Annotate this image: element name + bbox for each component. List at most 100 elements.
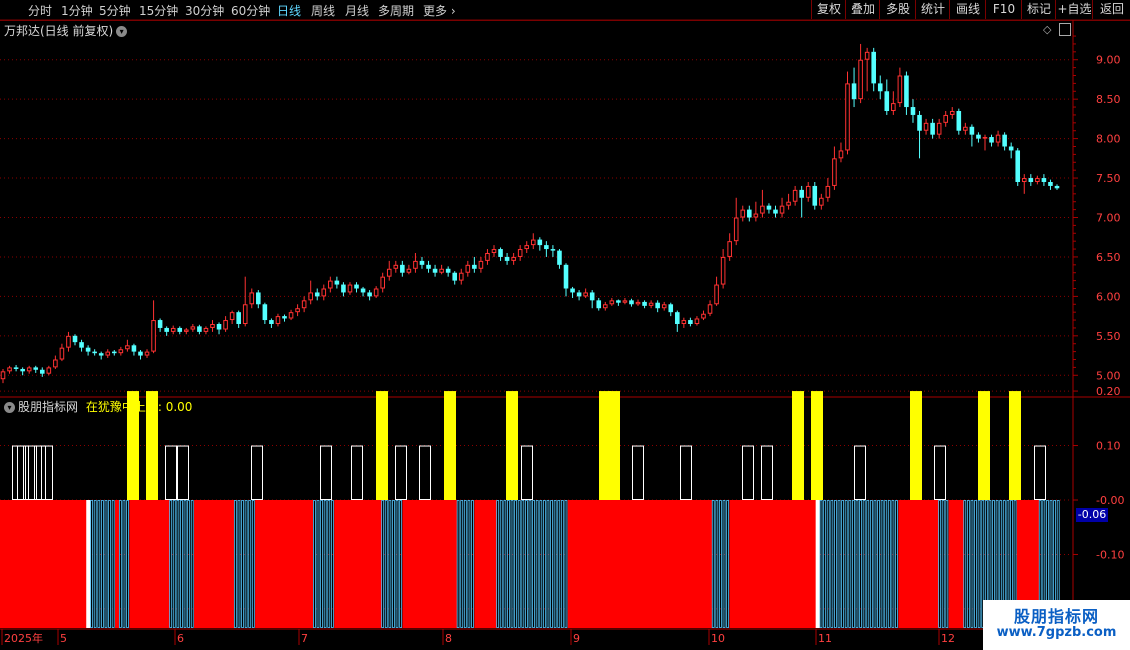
indicator-bar [377, 500, 382, 628]
candle [13, 365, 19, 372]
signal-bar-high [146, 391, 158, 500]
indicator-bar [294, 500, 299, 628]
indicator-bar [758, 500, 763, 628]
candle [1008, 142, 1014, 159]
candle [242, 276, 248, 327]
indicator-bar [35, 500, 41, 628]
indicator-bar [768, 500, 774, 628]
indicator-bar [492, 500, 497, 628]
indicator-bar [643, 500, 648, 628]
date-tick-label: 9 [573, 632, 580, 645]
indicator-bar [226, 500, 231, 628]
candle [439, 264, 444, 275]
indicator-bar [126, 500, 129, 628]
indicator-bar [402, 500, 407, 628]
candle [773, 205, 778, 218]
candle [249, 288, 255, 309]
indicator-bar [445, 500, 450, 628]
signal-bar-low [742, 445, 754, 501]
candle [229, 310, 235, 324]
indicator-bar [747, 500, 752, 628]
candle [766, 203, 772, 214]
indicator-bar [707, 500, 713, 628]
indicator-bar [887, 500, 891, 628]
indicator-tick-label: 0.10 [1096, 440, 1121, 453]
indicator-bar [898, 500, 903, 628]
indicator-bar [675, 500, 680, 628]
candle [753, 201, 759, 222]
candle [92, 349, 97, 356]
candle [642, 300, 647, 309]
indicator-bar [592, 500, 598, 628]
indicator-bar [938, 500, 942, 628]
indicator-bar [873, 500, 877, 628]
indicator-bar [14, 500, 19, 628]
candle [995, 130, 1001, 147]
indicator-bar [977, 500, 981, 628]
signal-bar-high [127, 391, 139, 500]
indicator-bar [808, 500, 813, 628]
candle [354, 282, 359, 293]
indicator-bar [344, 500, 350, 628]
indicator-bar [222, 500, 227, 628]
indicator-bar [416, 500, 422, 628]
candle [373, 286, 379, 298]
indicator-bar [136, 500, 141, 628]
indicator-bar [258, 500, 263, 628]
candle [1028, 174, 1034, 186]
signal-bar-low [251, 445, 263, 501]
price-tick-label: 5.00 [1096, 369, 1121, 382]
indicator-bar [140, 500, 145, 628]
indicator-bar [392, 500, 395, 628]
indicator-bar [420, 500, 425, 628]
indicator-bar [761, 500, 766, 628]
indicator-bar [208, 500, 213, 628]
candle [1015, 148, 1021, 186]
indicator-bar [169, 500, 173, 628]
indicator-bar [129, 500, 134, 628]
candle [511, 253, 516, 265]
signal-bar-low [854, 445, 866, 501]
indicator-bar [7, 500, 12, 628]
indicator-bar [948, 500, 953, 628]
indicator-bar [176, 500, 180, 628]
candle [917, 111, 922, 159]
candle [635, 299, 641, 306]
indicator-bar [269, 500, 274, 628]
price-tick-label: 5.50 [1096, 330, 1121, 343]
indicator-bar [79, 500, 84, 628]
chart-canvas[interactable]: 9.00 8.50 8.00 7.50 7.00 6.50 6.00 5.50 5.00 0.2… [0, 0, 1130, 650]
indicator-bar [521, 500, 525, 628]
date-tick-label: 12 [941, 632, 955, 645]
indicator-bar [262, 500, 267, 628]
signal-bar-high [910, 391, 922, 500]
candle [321, 284, 327, 301]
candle [596, 297, 602, 311]
indicator-bar [776, 500, 781, 628]
watermark: 股朋指标网 www.7gpzb.com [983, 600, 1130, 650]
candle [334, 276, 340, 289]
indicator-bar [625, 500, 630, 628]
candle [112, 350, 117, 356]
indicator-bar [39, 500, 44, 628]
indicator-bar [86, 500, 91, 628]
date-axis: 2025年 5 6 7 8 9 10 11 12 [1, 629, 955, 645]
candle [256, 290, 261, 309]
indicator-bar [632, 500, 637, 628]
indicator-bar [750, 500, 756, 628]
indicator-bar [600, 500, 605, 628]
signal-bar-high [792, 391, 804, 500]
candle [426, 260, 431, 273]
indicator-bar [589, 500, 594, 628]
indicator-bar [97, 500, 101, 628]
indicator-bar [183, 500, 187, 628]
indicator-bar [215, 500, 220, 628]
candle [151, 300, 156, 354]
candle [714, 276, 719, 306]
indicator-bar [582, 500, 587, 628]
candle [472, 256, 477, 273]
candle [295, 304, 300, 317]
price-tick-label: 7.00 [1096, 212, 1121, 225]
date-tick-label: 11 [818, 632, 832, 645]
indicator-bar [919, 500, 925, 628]
